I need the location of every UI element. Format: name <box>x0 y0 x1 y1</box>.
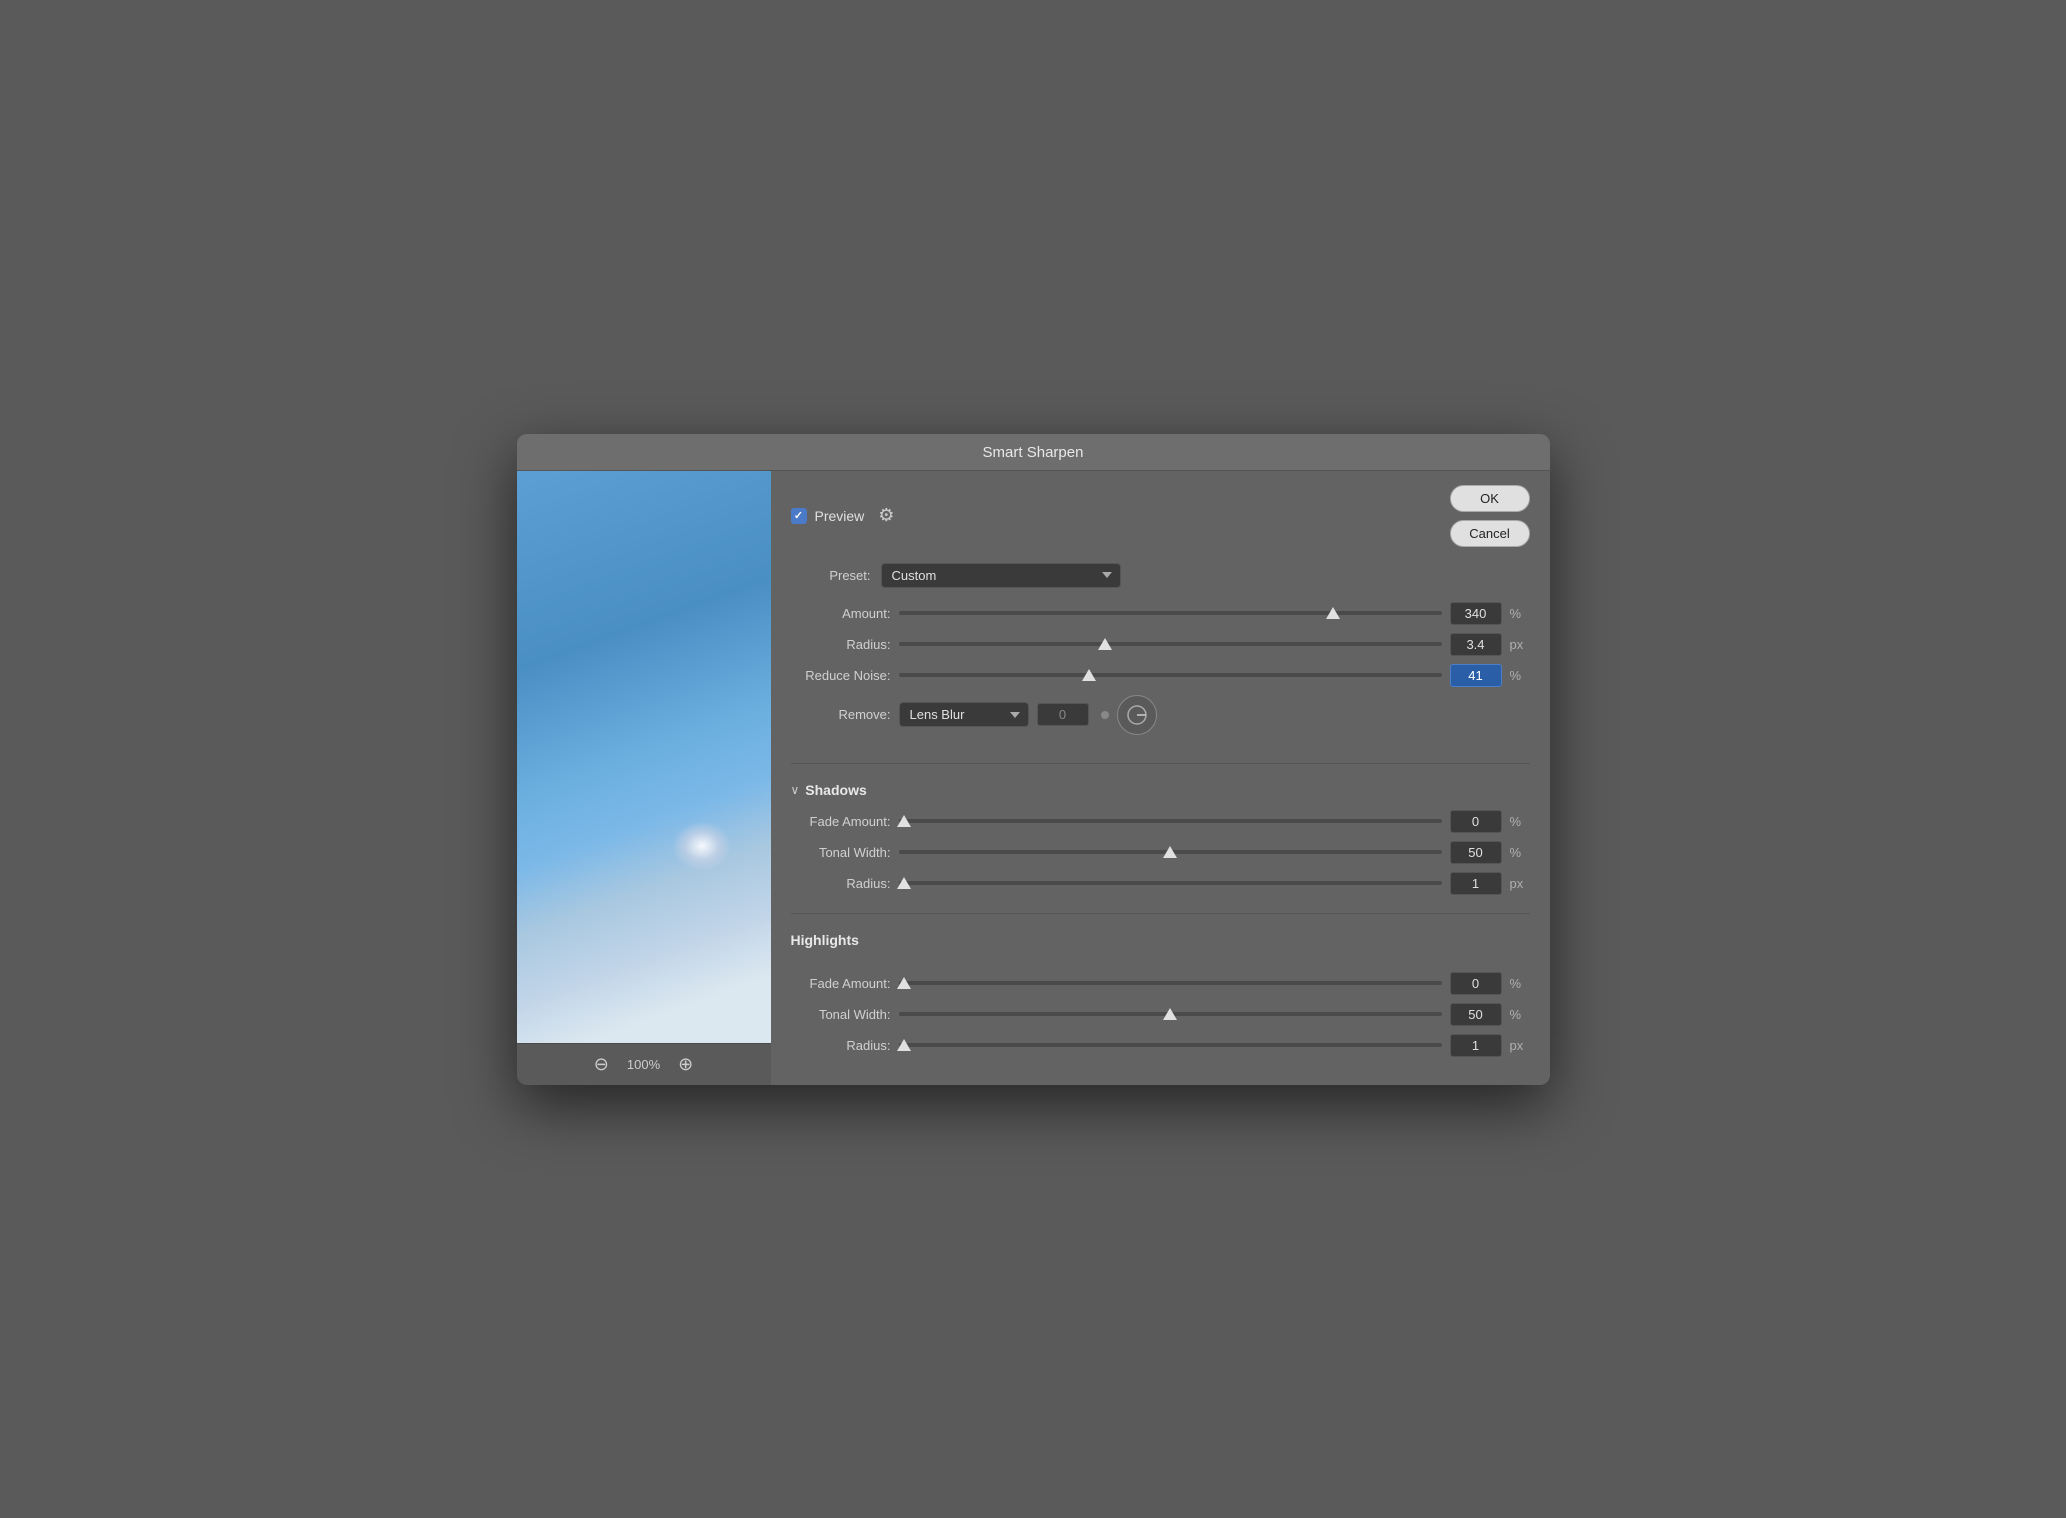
zoom-out-icon[interactable]: ⊖ <box>594 1054 609 1075</box>
highlights-radius-container[interactable] <box>899 1035 1442 1055</box>
highlights-fade-amount-track <box>899 981 1442 985</box>
shadows-fade-amount-label: Fade Amount: <box>791 814 891 829</box>
angle-wheel[interactable] <box>1117 695 1157 735</box>
highlights-tonal-width-unit: % <box>1510 1007 1530 1022</box>
radius-unit: px <box>1510 637 1530 652</box>
title-bar: Smart Sharpen <box>517 434 1550 471</box>
shadows-fade-amount-unit: % <box>1510 814 1530 829</box>
preset-label: Preset: <box>791 568 871 583</box>
highlights-header: Highlights <box>791 932 1530 960</box>
angle-input[interactable] <box>1037 703 1089 726</box>
dot-indicator <box>1101 711 1109 719</box>
highlights-title: Highlights <box>791 932 859 948</box>
preview-image[interactable] <box>517 471 771 1043</box>
preview-panel: ⊖ 100% ⊕ <box>517 471 771 1085</box>
cancel-button[interactable]: Cancel <box>1450 520 1530 547</box>
preset-select[interactable]: Custom Default Save Preset... <box>881 563 1121 588</box>
shadows-radius-track <box>899 881 1442 885</box>
top-row: Preview ⚙ OK Cancel <box>791 485 1530 547</box>
shadows-tonal-width-unit: % <box>1510 845 1530 860</box>
radius-input[interactable] <box>1450 633 1502 656</box>
shadows-tonal-width-track <box>899 850 1442 854</box>
amount-row: Amount: % <box>791 602 1530 625</box>
highlights-tonal-width-label: Tonal Width: <box>791 1007 891 1022</box>
highlights-fade-amount-thumb[interactable] <box>897 977 911 989</box>
amount-label: Amount: <box>791 606 891 621</box>
reduce-noise-thumb[interactable] <box>1082 669 1096 681</box>
radius-thumb[interactable] <box>1098 638 1112 650</box>
highlights-fade-amount-input[interactable] <box>1450 972 1502 995</box>
reduce-noise-row: Reduce Noise: % <box>791 664 1530 687</box>
highlights-radius-thumb[interactable] <box>897 1039 911 1051</box>
shadows-fade-amount-track <box>899 819 1442 823</box>
highlights-radius-input[interactable] <box>1450 1034 1502 1057</box>
shadows-fade-amount-container[interactable] <box>899 811 1442 831</box>
highlights-fade-amount-unit: % <box>1510 976 1530 991</box>
highlights-tonal-width-track <box>899 1012 1442 1016</box>
highlights-tonal-width-container[interactable] <box>899 1004 1442 1024</box>
amount-unit: % <box>1510 606 1530 621</box>
preview-label: Preview <box>815 508 865 524</box>
shadows-fade-amount-thumb[interactable] <box>897 815 911 827</box>
highlights-radius-label: Radius: <box>791 1038 891 1053</box>
gear-button[interactable]: ⚙ <box>872 503 900 528</box>
shadows-tonal-width-input[interactable] <box>1450 841 1502 864</box>
shadows-fade-amount-input[interactable] <box>1450 810 1502 833</box>
preview-checkbox-area: Preview ⚙ <box>791 503 901 528</box>
reduce-noise-input[interactable] <box>1450 664 1502 687</box>
shadows-radius-container[interactable] <box>899 873 1442 893</box>
reduce-noise-track <box>899 673 1442 677</box>
controls-panel: Preview ⚙ OK Cancel Preset: Custom Defau… <box>771 471 1550 1085</box>
highlights-radius-track <box>899 1043 1442 1047</box>
divider-1 <box>791 763 1530 764</box>
radius-track <box>899 642 1442 646</box>
reduce-noise-label: Reduce Noise: <box>791 668 891 683</box>
remove-row: Remove: Gaussian Blur Lens Blur Motion B… <box>791 695 1530 735</box>
shadows-header: ∨ Shadows <box>791 782 1530 798</box>
amount-thumb[interactable] <box>1326 607 1340 619</box>
amount-slider-container[interactable] <box>899 603 1442 623</box>
shadows-chevron[interactable]: ∨ <box>791 783 800 797</box>
preset-row: Preset: Custom Default Save Preset... <box>791 563 1530 588</box>
preview-checkbox[interactable] <box>791 508 807 524</box>
highlights-section: Highlights Fade Amount: % Tonal Width: <box>791 928 1530 1065</box>
highlights-fade-amount-row: Fade Amount: % <box>791 972 1530 995</box>
shadows-radius-row: Radius: px <box>791 872 1530 895</box>
amount-input[interactable] <box>1450 602 1502 625</box>
highlights-tonal-width-thumb[interactable] <box>1163 1008 1177 1020</box>
highlights-radius-unit: px <box>1510 1038 1530 1053</box>
highlights-tonal-width-row: Tonal Width: % <box>791 1003 1530 1026</box>
highlights-fade-amount-container[interactable] <box>899 973 1442 993</box>
shadows-tonal-width-label: Tonal Width: <box>791 845 891 860</box>
zoom-in-icon[interactable]: ⊕ <box>678 1054 693 1075</box>
divider-2 <box>791 913 1530 914</box>
highlights-radius-row: Radius: px <box>791 1034 1530 1057</box>
amount-track <box>899 611 1442 615</box>
reduce-noise-slider-container[interactable] <box>899 665 1442 685</box>
remove-select[interactable]: Gaussian Blur Lens Blur Motion Blur <box>899 702 1029 727</box>
highlights-tonal-width-input[interactable] <box>1450 1003 1502 1026</box>
radius-row: Radius: px <box>791 633 1530 656</box>
shadows-radius-input[interactable] <box>1450 872 1502 895</box>
preview-controls: ⊖ 100% ⊕ <box>517 1043 771 1085</box>
shadows-fade-amount-row: Fade Amount: % <box>791 810 1530 833</box>
shadows-radius-thumb[interactable] <box>897 877 911 889</box>
shadows-radius-label: Radius: <box>791 876 891 891</box>
ok-button[interactable]: OK <box>1450 485 1530 512</box>
shadows-radius-unit: px <box>1510 876 1530 891</box>
shadows-tonal-width-row: Tonal Width: % <box>791 841 1530 864</box>
shadows-tonal-width-thumb[interactable] <box>1163 846 1177 858</box>
dialog-title: Smart Sharpen <box>983 444 1084 461</box>
shadows-title: Shadows <box>805 782 866 798</box>
highlights-fade-amount-label: Fade Amount: <box>791 976 891 991</box>
smart-sharpen-dialog: Smart Sharpen ⊖ 100% ⊕ Preview ⚙ OK <box>517 434 1550 1085</box>
remove-label: Remove: <box>791 707 891 722</box>
radius-slider-container[interactable] <box>899 634 1442 654</box>
buttons-area: OK Cancel <box>1450 485 1530 547</box>
zoom-level: 100% <box>627 1057 660 1072</box>
shadows-tonal-width-container[interactable] <box>899 842 1442 862</box>
radius-label: Radius: <box>791 637 891 652</box>
reduce-noise-unit: % <box>1510 668 1530 683</box>
